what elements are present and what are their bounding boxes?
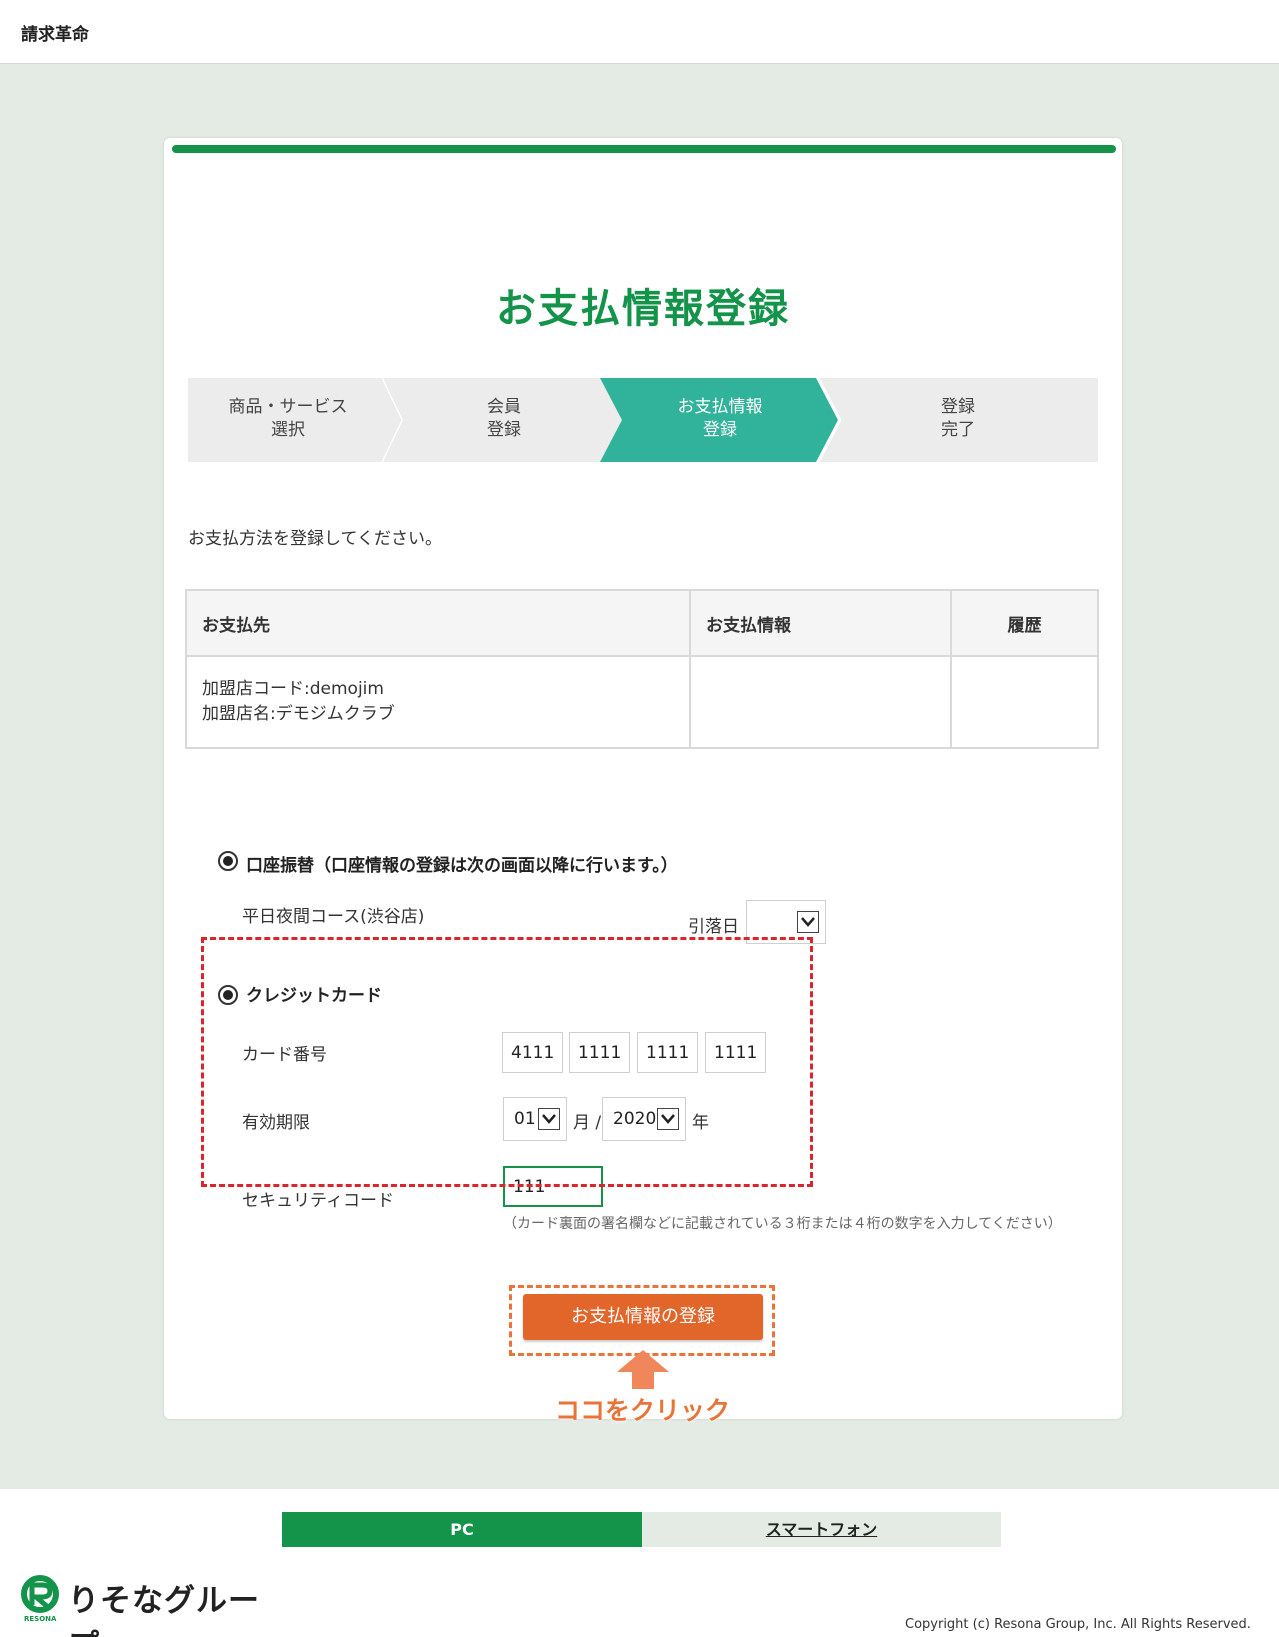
table-row: 加盟店コード:demojim 加盟店名:デモジムクラブ: [185, 655, 1099, 749]
tab-smartphone[interactable]: スマートフォン: [642, 1512, 1001, 1547]
card-number-part-3[interactable]: 1111: [637, 1032, 698, 1073]
resona-mark-icon: [21, 1575, 59, 1613]
arrow-up-icon: [617, 1350, 669, 1389]
step-label: 商品・サービス: [228, 397, 348, 417]
progress-steps: 商品・サービス 選択 会員 登録 お支払情報 登録 登録 完了: [188, 378, 1098, 462]
payment-info-cell: [689, 655, 952, 749]
debit-day-label: 引落日: [688, 917, 739, 937]
store-code: 加盟店コード:demojim: [202, 679, 384, 699]
logo-text: りそなグループ: [68, 1583, 260, 1637]
card-top-accent: [172, 145, 1116, 153]
payee-cell: 加盟店コード:demojim 加盟店名:デモジムクラブ: [185, 655, 691, 749]
col-payment-info: お支払情報: [689, 589, 952, 657]
step-complete: 登録 完了: [818, 378, 1098, 462]
intro-text: お支払方法を登録してください。: [188, 529, 442, 549]
step-label: 会員: [487, 397, 521, 417]
chevron-down-icon[interactable]: [797, 911, 819, 933]
resona-logo: RESONA りそなグループ: [20, 1575, 280, 1637]
step-payment-register: お支払情報 登録: [600, 378, 840, 462]
copyright: Copyright (c) Resona Group, Inc. All Rig…: [905, 1617, 1251, 1632]
bank-transfer-label[interactable]: 口座振替（口座情報の登録は次の画面以降に行います。）: [246, 851, 678, 876]
course-name: 平日夜間コース(渋谷店): [242, 907, 425, 927]
bank-transfer-radio[interactable]: [218, 851, 238, 871]
step-label: お支払情報: [677, 397, 763, 417]
col-payee: お支払先: [185, 589, 691, 657]
card-number-part-4[interactable]: 1111: [705, 1032, 766, 1073]
step-label: 登録: [487, 420, 521, 440]
payment-summary-table: お支払先 お支払情報 履歴 加盟店コード:demojim 加盟店名:デモジムクラ…: [185, 589, 1099, 749]
click-here-annotation: ココをクリック: [555, 1396, 731, 1425]
step-label: 選択: [271, 420, 305, 440]
brand-name: 請求革命: [21, 25, 89, 45]
security-code-note: （カード裏面の署名欄などに記載されている３桁または４桁の数字を入力してください）: [503, 1216, 1062, 1232]
top-bar: 請求革命: [0, 0, 1279, 64]
tab-pc[interactable]: PC: [282, 1512, 642, 1547]
card-number-part-1[interactable]: 4111: [502, 1032, 563, 1073]
card-number-part-2[interactable]: 1111: [569, 1032, 630, 1073]
step-label: 完了: [941, 420, 975, 440]
logo-subtext: RESONA: [24, 1615, 57, 1623]
col-history: 履歴: [950, 589, 1099, 657]
step-label: 登録: [703, 420, 737, 440]
step-member-register: 会員 登録: [383, 378, 623, 462]
store-name: 加盟店名:デモジムクラブ: [202, 704, 395, 724]
security-code-label: セキュリティコード: [242, 1191, 394, 1211]
registration-card: お支払情報登録 商品・サービス 選択 会員 登録 お支払情報 登録 登録 完了 お支払方…: [164, 138, 1122, 1425]
history-cell: [950, 655, 1099, 749]
footer: PC スマートフォン RESONA りそなグループ Copyright (c) …: [0, 1489, 1279, 1637]
register-payment-button[interactable]: お支払情報の登録: [523, 1294, 763, 1340]
table-header-row: お支払先 お支払情報 履歴: [185, 589, 1099, 657]
step-label: 登録: [941, 397, 975, 417]
page-title: お支払情報登録: [496, 286, 790, 332]
step-product-select: 商品・サービス 選択: [188, 378, 405, 462]
